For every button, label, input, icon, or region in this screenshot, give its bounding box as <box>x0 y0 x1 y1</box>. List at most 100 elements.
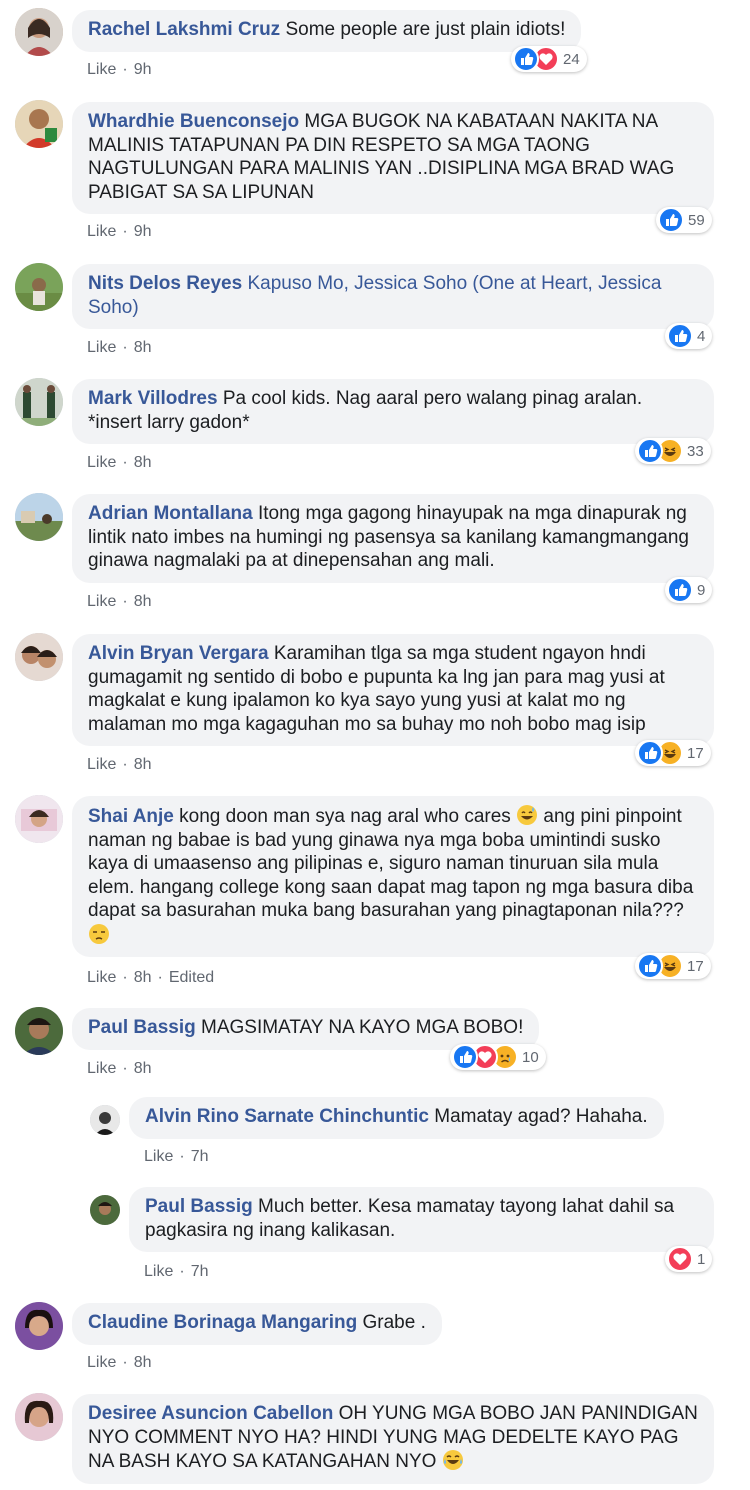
reaction-summary[interactable]: 10 <box>450 1044 546 1070</box>
like-button[interactable]: Like <box>87 339 116 356</box>
reaction-summary[interactable]: 4 <box>665 323 713 349</box>
separator-dot: · <box>122 1354 128 1371</box>
comment-author[interactable]: Mark Villodres <box>88 388 218 409</box>
avatar[interactable] <box>15 493 63 541</box>
like-button[interactable]: Like <box>87 969 116 986</box>
comment-bubble: Rachel Lakshmi Cruz Some people are just… <box>72 10 582 52</box>
reaction-summary[interactable]: 17 <box>635 740 711 766</box>
comment-author[interactable]: Alvin Rino Sarnate Chinchuntic <box>145 1106 429 1127</box>
timestamp[interactable]: 8h <box>134 1354 152 1371</box>
avatar[interactable] <box>15 795 63 843</box>
avatar[interactable] <box>15 378 63 426</box>
comment-meta: Like · 7h <box>144 1263 208 1281</box>
separator-dot: · <box>122 969 128 986</box>
avatar[interactable] <box>15 1007 63 1055</box>
separator-dot: · <box>122 756 128 773</box>
comment-meta: Like · 8h <box>87 1354 151 1372</box>
reaction-count: 10 <box>522 1048 539 1066</box>
like-button[interactable]: Like <box>87 223 116 240</box>
reaction-count: 59 <box>688 211 705 229</box>
timestamp[interactable]: 8h <box>134 969 152 986</box>
comment-bubble: Mark Villodres Pa cool kids. Nag aaral p… <box>72 379 714 444</box>
comment-meta: Like · 8h <box>87 593 151 611</box>
like-button[interactable]: Like <box>87 1354 116 1371</box>
timestamp[interactable]: 8h <box>134 454 152 471</box>
timestamp[interactable]: 7h <box>191 1148 209 1165</box>
comment-meta: Like · 9h <box>87 223 151 241</box>
comment-text: MAGSIMATAY NA KAYO MGA BOBO! <box>201 1017 524 1038</box>
comment-bubble: Nits Delos Reyes Kapuso Mo, Jessica Soho… <box>72 264 714 329</box>
comment-meta: Like · 8h <box>87 339 151 357</box>
avatar[interactable] <box>15 1302 63 1350</box>
like-button[interactable]: Like <box>144 1148 173 1165</box>
comment-author[interactable]: Rachel Lakshmi Cruz <box>88 19 280 40</box>
avatar[interactable] <box>15 100 63 148</box>
comment-text: Mamatay agad? Hahaha. <box>434 1106 648 1127</box>
timestamp[interactable]: 7h <box>191 1263 209 1280</box>
reaction-summary[interactable]: 1 <box>665 1246 713 1272</box>
comment-author[interactable]: Paul Bassig <box>88 1017 196 1038</box>
comment-author[interactable]: Paul Bassig <box>145 1196 253 1217</box>
comment-author[interactable]: Alvin Bryan Vergara <box>88 643 269 664</box>
comment-author[interactable]: Desiree Asuncion Cabellon <box>88 1403 333 1424</box>
like-icon <box>667 577 693 603</box>
like-button[interactable]: Like <box>87 1060 116 1077</box>
comment-author[interactable]: Shai Anje <box>88 806 174 827</box>
avatar[interactable] <box>15 1393 63 1441</box>
unamused-emoji <box>89 923 109 944</box>
timestamp[interactable]: 8h <box>134 593 152 610</box>
like-icon <box>637 953 663 979</box>
avatar[interactable] <box>15 8 63 56</box>
tears-of-joy-emoji <box>442 1450 463 1470</box>
reaction-count: 33 <box>687 442 704 460</box>
reaction-summary[interactable]: 33 <box>635 438 711 464</box>
avatar[interactable] <box>15 633 63 681</box>
timestamp[interactable]: 8h <box>134 756 152 773</box>
like-button[interactable]: Like <box>87 454 116 471</box>
separator-dot: · <box>179 1148 185 1165</box>
avatar[interactable] <box>90 1105 120 1135</box>
reaction-summary[interactable]: 17 <box>635 953 711 979</box>
edited-label[interactable]: Edited <box>169 969 214 986</box>
comment-author[interactable]: Adrian Montallana <box>88 503 253 524</box>
comment-meta: Like · 7h <box>144 1148 208 1166</box>
timestamp[interactable]: 8h <box>134 1060 152 1077</box>
separator-dot: · <box>179 1263 185 1280</box>
separator-dot: · <box>122 1060 128 1077</box>
like-icon <box>667 323 693 349</box>
avatar[interactable] <box>90 1195 120 1225</box>
timestamp[interactable]: 8h <box>134 339 152 356</box>
like-icon <box>637 438 663 464</box>
comment-author[interactable]: Whardhie Buenconsejo <box>88 111 299 132</box>
like-icon <box>637 740 663 766</box>
like-icon <box>513 46 539 72</box>
avatar[interactable] <box>15 263 63 311</box>
like-icon <box>452 1044 478 1070</box>
comment-bubble: Whardhie Buenconsejo MGA BUGOK NA KABATA… <box>72 102 714 214</box>
reaction-count: 17 <box>687 957 704 975</box>
separator-dot: · <box>157 969 163 986</box>
reaction-summary[interactable]: 9 <box>665 577 713 603</box>
comment-bubble: Adrian Montallana Itong mga gagong hinay… <box>72 494 714 583</box>
reaction-summary[interactable]: 24 <box>511 46 587 72</box>
like-button[interactable]: Like <box>87 756 116 773</box>
comment-text-part: kong doon man sya nag aral who cares <box>179 806 517 827</box>
comment-author[interactable]: Claudine Borinaga Mangaring <box>88 1312 357 1333</box>
reaction-count: 9 <box>697 581 706 599</box>
timestamp[interactable]: 9h <box>134 61 152 78</box>
comment-bubble: Desiree Asuncion Cabellon OH YUNG MGA BO… <box>72 1394 714 1484</box>
comment-bubble: Claudine Borinaga Mangaring Grabe . <box>72 1303 442 1345</box>
like-icon <box>658 207 684 233</box>
comment-author[interactable]: Nits Delos Reyes <box>88 273 242 294</box>
timestamp[interactable]: 9h <box>134 223 152 240</box>
reaction-count: 17 <box>687 744 704 762</box>
comment-text: Grabe . <box>362 1312 426 1333</box>
reaction-summary[interactable]: 59 <box>656 207 712 233</box>
like-button[interactable]: Like <box>144 1263 173 1280</box>
reaction-count: 24 <box>563 50 580 68</box>
reaction-count: 4 <box>697 327 706 345</box>
like-button[interactable]: Like <box>87 61 116 78</box>
like-button[interactable]: Like <box>87 593 116 610</box>
comment-meta: Like · 8h · Edited <box>87 969 214 987</box>
reaction-count: 1 <box>697 1250 706 1268</box>
